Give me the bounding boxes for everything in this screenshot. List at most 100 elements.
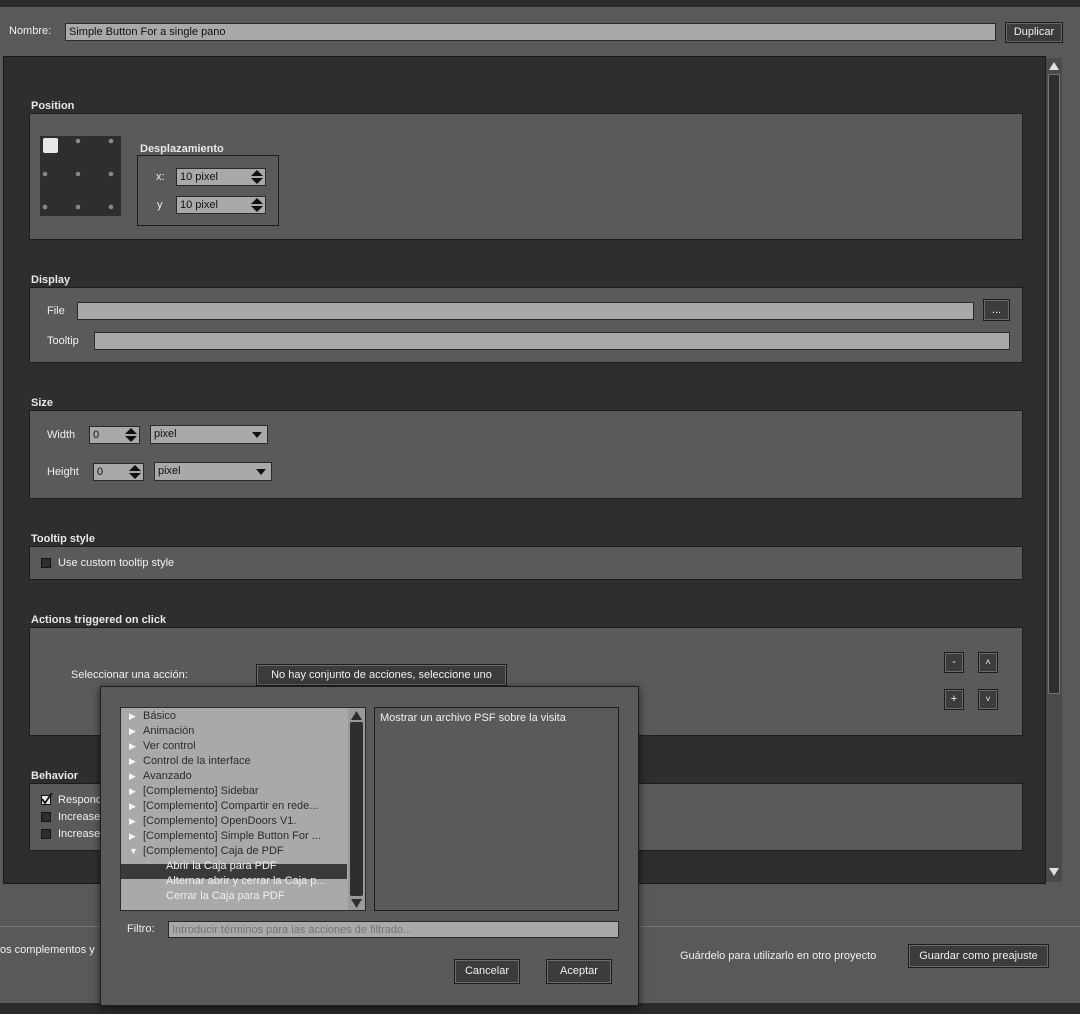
tree-child[interactable]: Cerrar la Caja para PDF <box>166 889 285 904</box>
anchor-grid[interactable] <box>40 136 121 216</box>
window-top-edge <box>0 0 1080 7</box>
triangle-right-icon[interactable]: ▶ <box>129 754 143 769</box>
behavior-label-1: Respond <box>58 794 103 806</box>
offset-x-value: 10 pixel <box>180 171 218 183</box>
width-stepper[interactable]: 0 <box>89 426 140 444</box>
tree-item[interactable]: ▶ Animación <box>129 724 194 739</box>
main-scrollbar[interactable] <box>1046 58 1062 882</box>
display-title: Display <box>31 274 71 286</box>
tree-item[interactable]: ▶ Avanzado <box>129 769 192 784</box>
tree-item-label: [Complemento] Simple Button For ... <box>143 830 321 842</box>
stepper-arrows-icon[interactable] <box>129 465 141 479</box>
tree-item-label: [Complemento] Caja de PDF <box>143 845 284 857</box>
width-value: 0 <box>93 429 100 441</box>
tree-item[interactable]: ▶ [Complemento] Sidebar <box>129 784 259 799</box>
checkmark-icon <box>41 793 53 805</box>
height-unit-value: pixel <box>158 465 181 477</box>
scroll-up-icon[interactable] <box>1048 60 1060 72</box>
behavior-checkbox-2[interactable] <box>41 812 51 822</box>
chevron-down-icon <box>256 469 266 475</box>
footer-left-text: os complementos y <box>0 944 95 956</box>
triangle-right-icon[interactable]: ▶ <box>129 829 143 844</box>
remove-action-button[interactable]: - <box>944 652 964 673</box>
browse-file-button[interactable]: ... <box>983 299 1010 321</box>
tooltip-input[interactable] <box>94 332 1010 350</box>
tree-item[interactable]: ▼ [Complemento] Caja de PDF <box>129 844 284 859</box>
size-box <box>29 410 1023 499</box>
height-stepper[interactable]: 0 <box>93 463 144 481</box>
duplicate-button[interactable]: Duplicar <box>1005 22 1063 43</box>
move-up-button[interactable]: ˄ <box>978 652 998 673</box>
select-action-set-button[interactable]: No hay conjunto de acciones, seleccione … <box>256 664 507 686</box>
tree-item-label: [Complemento] OpenDoors V1. <box>143 815 297 827</box>
display-box <box>29 287 1023 363</box>
tree-item-label: [Complemento] Sidebar <box>143 785 259 797</box>
stepper-arrows-icon[interactable] <box>251 198 263 212</box>
triangle-right-icon[interactable]: ▶ <box>129 769 143 784</box>
behavior-checkbox-3[interactable] <box>41 829 51 839</box>
behavior-checkbox-1[interactable] <box>41 793 53 805</box>
height-unit-select[interactable]: pixel <box>154 462 272 481</box>
tree-item[interactable]: ▶ Básico <box>129 709 176 724</box>
behavior-label-3: Increase <box>58 828 101 840</box>
width-unit-select[interactable]: pixel <box>150 425 268 444</box>
behavior-title: Behavior <box>31 770 79 782</box>
tree-item[interactable]: ▶ [Complemento] OpenDoors V1. <box>129 814 296 829</box>
height-value: 0 <box>97 466 104 478</box>
save-preset-hint: Guárdelo para utilizarlo en otro proyect… <box>680 950 877 962</box>
tree-child[interactable]: Alternar abrir y cerrar la Caja p... <box>166 874 326 889</box>
tree-item[interactable]: ▶ [Complemento] Compartir en rede... <box>129 799 318 814</box>
offset-y-stepper[interactable]: 10 pixel <box>176 196 266 214</box>
scroll-down-icon[interactable] <box>1048 866 1060 878</box>
triangle-right-icon[interactable]: ▶ <box>129 724 143 739</box>
tooltip-style-title: Tooltip style <box>31 533 95 545</box>
tree-item-label: [Complemento] Compartir en rede... <box>143 800 319 812</box>
scroll-thumb[interactable] <box>1048 74 1060 694</box>
offset-y-label: y <box>157 199 163 211</box>
triangle-down-icon[interactable]: ▼ <box>129 844 143 859</box>
tree-item-label: Ver control <box>143 740 196 752</box>
file-label: File <box>47 305 65 317</box>
width-label: Width <box>47 429 76 441</box>
scroll-up-icon[interactable] <box>350 710 363 721</box>
tree-child-selected[interactable]: Abrir la Caja para PDF <box>166 859 277 874</box>
name-input[interactable] <box>65 23 996 41</box>
behavior-label-2: Increase <box>58 811 101 823</box>
tree-item-label: Animación <box>143 725 195 737</box>
save-preset-button[interactable]: Guardar como preajuste <box>908 944 1049 968</box>
tree-scroll-thumb[interactable] <box>350 722 363 896</box>
stepper-arrows-icon[interactable] <box>251 170 263 184</box>
tree-scrollbar[interactable] <box>348 708 365 910</box>
tooltip-label: Tooltip <box>47 335 79 347</box>
action-description: Mostrar un archivo PSF sobre la visita <box>374 707 619 911</box>
triangle-right-icon[interactable]: ▶ <box>129 709 143 724</box>
name-label: Nombre: <box>9 25 52 37</box>
custom-tooltip-checkbox[interactable] <box>41 558 51 568</box>
height-label: Height <box>47 466 79 478</box>
add-action-button[interactable]: + <box>944 689 964 710</box>
tooltip-style-box <box>29 546 1023 580</box>
tree-item[interactable]: ▶ [Complemento] Simple Button For ... <box>129 829 321 844</box>
file-input[interactable] <box>77 302 974 320</box>
accept-button[interactable]: Aceptar <box>546 959 612 984</box>
tree-item-label: Control de la interface <box>143 755 251 767</box>
triangle-right-icon[interactable]: ▶ <box>129 799 143 814</box>
offset-x-stepper[interactable]: 10 pixel <box>176 168 266 186</box>
offset-y-value: 10 pixel <box>180 199 218 211</box>
action-tree[interactable]: ▶ Básico ▶ Animación ▶ Ver control ▶ Control de… <box>120 707 366 911</box>
move-down-button[interactable]: ˅ <box>978 689 998 710</box>
scroll-down-icon[interactable] <box>350 898 363 909</box>
tree-item[interactable]: ▶ Control de la interface <box>129 754 251 769</box>
triangle-right-icon[interactable]: ▶ <box>129 739 143 754</box>
offset-box <box>137 155 279 226</box>
custom-tooltip-label: Use custom tooltip style <box>58 557 175 569</box>
width-unit-value: pixel <box>154 428 177 440</box>
tree-item-label: Avanzado <box>143 770 192 782</box>
stepper-arrows-icon[interactable] <box>125 428 137 442</box>
filter-input[interactable] <box>168 921 619 938</box>
filter-label: Filtro: <box>127 923 155 935</box>
triangle-right-icon[interactable]: ▶ <box>129 814 143 829</box>
triangle-right-icon[interactable]: ▶ <box>129 784 143 799</box>
cancel-button[interactable]: Cancelar <box>454 959 520 984</box>
tree-item[interactable]: ▶ Ver control <box>129 739 196 754</box>
